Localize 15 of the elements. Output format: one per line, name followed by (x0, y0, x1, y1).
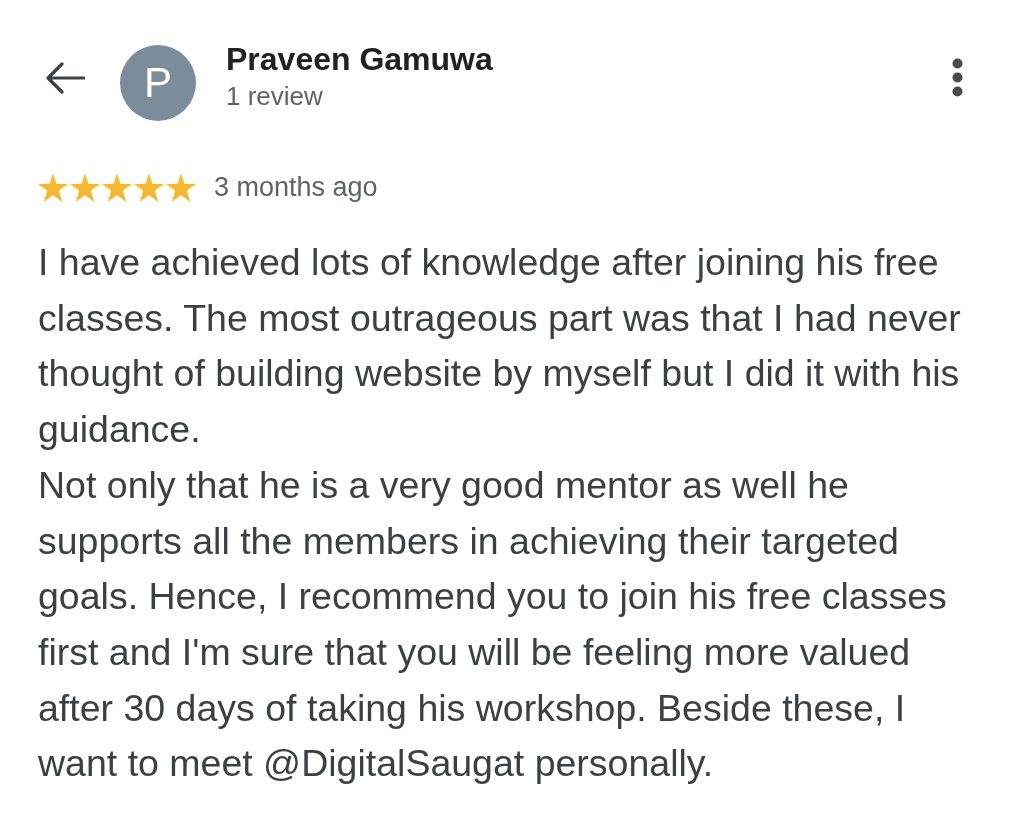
star-icon (70, 172, 100, 202)
review-paragraph: I have achieved lots of knowledge after joining his free classes. The most outrageous part was that I had never thought of building website by myself but I did it with his guidance. (38, 240, 962, 453)
review-paragraph: Not only that he is a very good mentor as well he supports all the members in achieving their targeted goals. Hence, I recommend you to join his free classes first and I'm sure that you will be feeling more valued after 30 days of taking his workshop. Beside these, I want to meet @DigitalSaugat personally. (38, 462, 948, 787)
more-options-icon (952, 58, 963, 97)
star-icon (38, 172, 68, 202)
back-button[interactable] (45, 62, 85, 94)
more-options-button[interactable] (952, 58, 963, 97)
back-arrow-icon (45, 62, 85, 94)
reviewer-name: Praveen Gamuwa (226, 40, 493, 79)
star-icon (166, 172, 196, 202)
review-count: 1 review (226, 80, 324, 113)
avatar: P (120, 45, 196, 121)
star-icon (102, 172, 132, 202)
star-icon (134, 172, 164, 202)
review-time: 3 months ago (214, 172, 378, 202)
